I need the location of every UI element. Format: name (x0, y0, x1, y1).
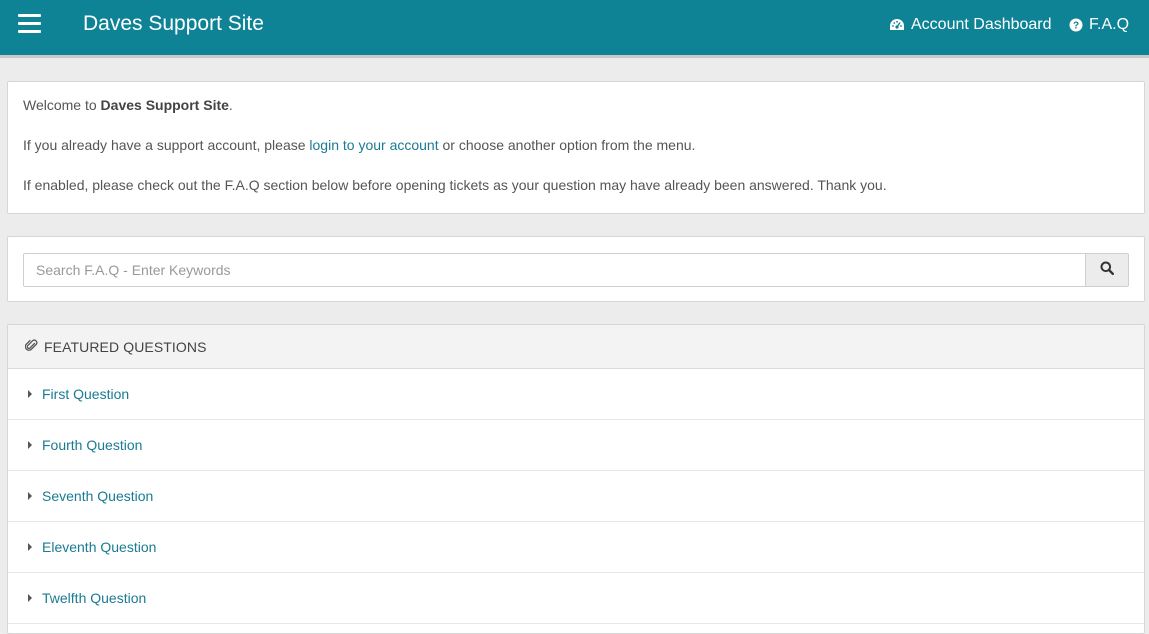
caret-right-icon (28, 441, 32, 449)
paperclip-icon (24, 339, 38, 355)
caret-right-icon (28, 594, 32, 602)
login-link[interactable]: login to your account (309, 137, 438, 153)
search-panel (7, 236, 1145, 302)
faq-question-label[interactable]: Eleventh Question (42, 539, 156, 555)
caret-right-icon (28, 543, 32, 551)
question-circle-icon: ? (1069, 18, 1083, 32)
welcome-site-name: Daves Support Site (100, 97, 229, 113)
faq-notice: If enabled, please check out the F.A.Q s… (23, 177, 887, 193)
welcome-line: Welcome to Daves Support Site. (23, 98, 1129, 112)
faq-item-eleventh[interactable]: Eleventh Question (8, 522, 1144, 573)
featured-questions-panel: FEATURED QUESTIONS First Question Fourth… (7, 324, 1145, 634)
menu-toggle-icon[interactable] (18, 14, 41, 33)
faq-question-label[interactable]: Fourth Question (42, 437, 142, 453)
faq-item-twelfth[interactable]: Twelfth Question (8, 573, 1144, 624)
caret-right-icon (28, 390, 32, 398)
featured-questions-header: FEATURED QUESTIONS (8, 325, 1144, 369)
svg-text:?: ? (1073, 21, 1079, 32)
login-suffix: or choose another option from the menu. (438, 137, 696, 153)
faq-item-seventh[interactable]: Seventh Question (8, 471, 1144, 522)
faq-question-label[interactable]: Seventh Question (42, 488, 153, 504)
faq-label: F.A.Q (1089, 16, 1130, 33)
faq-item-fourth[interactable]: Fourth Question (8, 420, 1144, 471)
faq-link[interactable]: ? F.A.Q (1069, 16, 1129, 34)
welcome-prefix: Welcome to (23, 97, 101, 113)
featured-questions-title: FEATURED QUESTIONS (44, 338, 207, 355)
search-icon (1100, 261, 1115, 280)
top-navbar: Daves Support Site Account Dashboard ? F… (0, 0, 1149, 58)
faq-question-label[interactable]: First Question (42, 386, 129, 402)
welcome-suffix: . (228, 97, 233, 113)
site-brand[interactable]: Daves Support Site (83, 12, 264, 36)
account-dashboard-link[interactable]: Account Dashboard (889, 16, 1052, 34)
welcome-panel: Welcome to Daves Support Site. If you al… (7, 81, 1145, 214)
login-line: If you already have a support account, p… (23, 138, 1129, 152)
search-button[interactable] (1085, 253, 1129, 287)
caret-right-icon (28, 492, 32, 500)
account-dashboard-label: Account Dashboard (911, 16, 1052, 33)
login-prefix: If you already have a support account, p… (23, 137, 310, 153)
faq-item-first[interactable]: First Question (8, 369, 1144, 420)
dashboard-icon (889, 18, 905, 32)
faq-question-label[interactable]: Twelfth Question (42, 590, 146, 606)
faq-search-input[interactable] (23, 253, 1086, 287)
